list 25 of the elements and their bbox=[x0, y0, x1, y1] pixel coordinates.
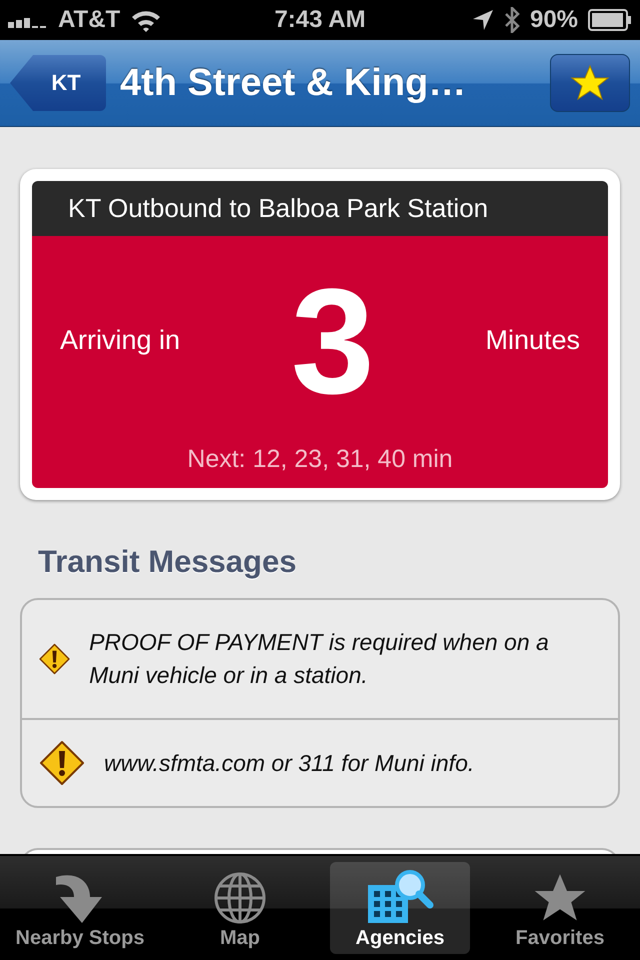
battery-percentage: 90% bbox=[530, 6, 578, 34]
star-icon bbox=[570, 64, 610, 102]
message-text: www.sfmta.com or 311 for Muni info. bbox=[104, 748, 474, 778]
message-text: PROOF OF PAYMENT is required when on a Muni vehicle or in a station. bbox=[89, 628, 550, 690]
tab-bar-item[interactable]: Favorites bbox=[490, 862, 630, 954]
next-arrivals: Next: 12, 23, 31, 40 min bbox=[186, 445, 454, 475]
section-heading: Transit Messages bbox=[38, 544, 298, 580]
tab-bar-item[interactable]: Agencies bbox=[330, 862, 470, 954]
building-search-icon bbox=[366, 869, 434, 925]
globe-icon bbox=[213, 871, 267, 925]
clock-time: 7:43 AM bbox=[274, 6, 366, 34]
warning-icon bbox=[38, 739, 86, 787]
location-arrow-icon bbox=[472, 9, 494, 31]
minutes-label: Minutes bbox=[485, 325, 580, 356]
favorite-button[interactable] bbox=[550, 54, 630, 112]
minutes-count: 3 bbox=[290, 266, 376, 416]
page-title: 4th Street & King… bbox=[120, 62, 468, 104]
arriving-label: Arriving in bbox=[60, 325, 180, 356]
battery-icon bbox=[588, 9, 632, 31]
bluetooth-icon bbox=[504, 7, 520, 33]
carrier-name: AT&T bbox=[58, 6, 120, 34]
tab-bar-item[interactable]: Map bbox=[170, 862, 310, 954]
back-button[interactable]: KT bbox=[10, 55, 106, 111]
route-header: KT Outbound to Balboa Park Station bbox=[32, 181, 608, 236]
tab-bar-item[interactable]: Nearby Stops bbox=[10, 862, 150, 954]
